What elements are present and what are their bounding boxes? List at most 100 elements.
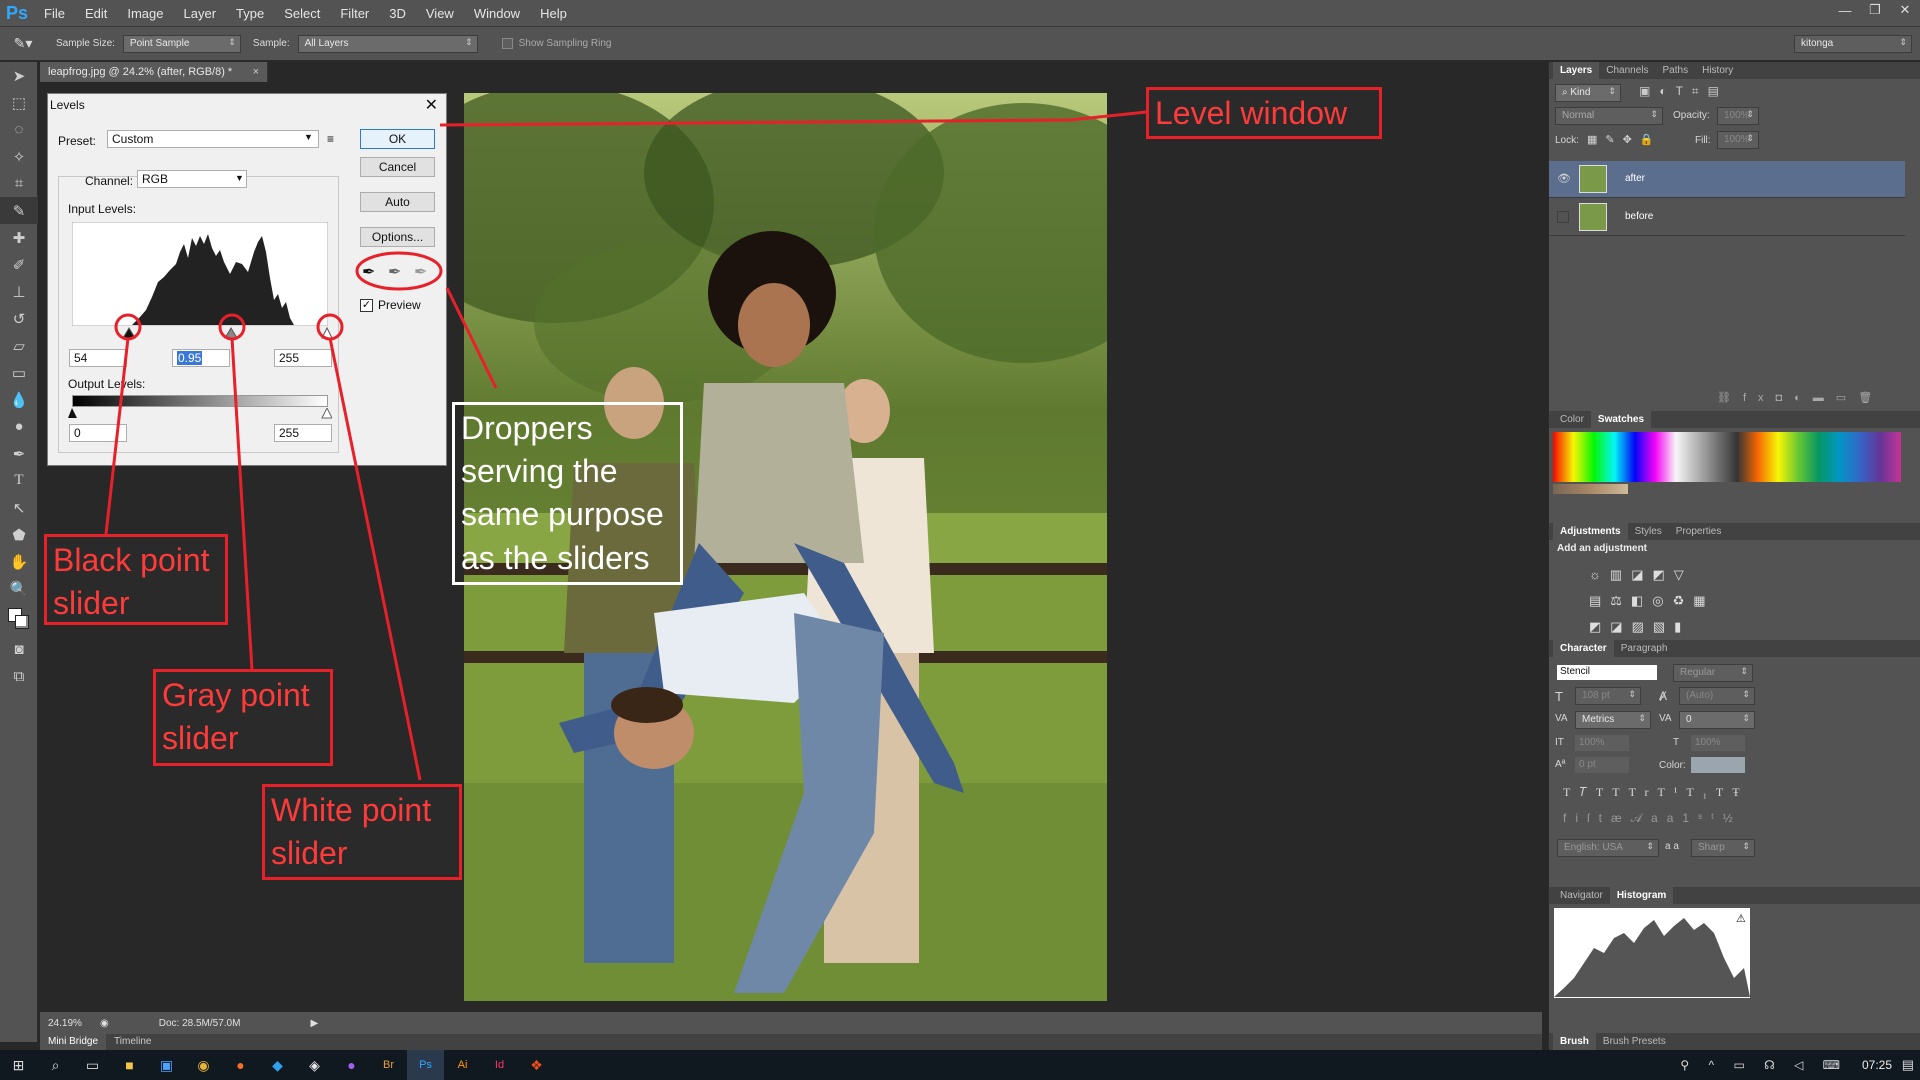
menu-help[interactable]: Help [530, 0, 577, 27]
text-color-swatch[interactable] [1691, 757, 1745, 773]
tracking-field[interactable]: 0 [1679, 711, 1755, 729]
swatch-colors[interactable] [1553, 432, 1901, 482]
menu-layer[interactable]: Layer [174, 0, 227, 27]
healing-brush-icon[interactable]: ✚ [0, 224, 38, 251]
layer-row[interactable]: 👁 after [1549, 161, 1905, 198]
tab-properties[interactable]: Properties [1669, 523, 1729, 540]
menu-select[interactable]: Select [274, 0, 330, 27]
lasso-tool-icon[interactable]: ◌ [0, 116, 38, 143]
pen-tool-icon[interactable]: ✒ [0, 440, 38, 467]
swatches-grid[interactable] [1549, 428, 1920, 523]
windows-start-icon[interactable]: ⊞ [0, 1050, 37, 1080]
menu-window[interactable]: Window [464, 0, 530, 27]
eyedropper-tool-icon[interactable]: ✎ [0, 197, 38, 224]
opentype-buttons[interactable]: fiſtæ𝒜aa1ˢᵗ½ [1563, 811, 1742, 826]
cancel-button[interactable]: Cancel [360, 157, 435, 177]
input-black-field[interactable]: 54 [69, 349, 127, 367]
brush-tool-icon[interactable]: ✐ [0, 251, 38, 278]
input-white-field[interactable]: 255 [274, 349, 332, 367]
sample-select[interactable]: All Layers [297, 34, 478, 53]
clock[interactable]: 07:25 [1862, 1058, 1892, 1072]
marquee-tool-icon[interactable]: ⬚ [0, 89, 38, 116]
language-select[interactable]: English: USA [1557, 839, 1659, 857]
white-dropper-icon[interactable]: ✒ [414, 262, 427, 282]
tab-brush[interactable]: Brush [1553, 1033, 1596, 1050]
stamp-tool-icon[interactable]: ⊥ [0, 278, 38, 305]
quick-mask-icon[interactable]: ◙ [0, 636, 38, 663]
preset-options-icon[interactable]: ≡ [327, 132, 334, 146]
zoom-level[interactable]: 24.19% [48, 1018, 94, 1029]
system-tray-icons[interactable]: ⚲ ^ ▭ ☊ ◁ ⌨ [1680, 1050, 1848, 1080]
menu-image[interactable]: Image [117, 0, 173, 27]
photoshop-taskbar-icon[interactable]: Ps [407, 1050, 444, 1080]
type-tool-icon[interactable]: T [0, 467, 38, 494]
auto-button[interactable]: Auto [360, 192, 435, 212]
vscode-icon[interactable]: ◆ [259, 1050, 296, 1080]
menu-filter[interactable]: Filter [330, 0, 379, 27]
close-button[interactable]: ✕ [1890, 0, 1920, 20]
eraser-tool-icon[interactable]: ▱ [0, 332, 38, 359]
illustrator-icon[interactable]: Ai [444, 1050, 481, 1080]
bridge-icon[interactable]: Br [370, 1050, 407, 1080]
zoom-tool-icon[interactable]: 🔍 [0, 575, 38, 602]
app-icon[interactable]: ● [333, 1050, 370, 1080]
vertical-scale-field[interactable]: 100% [1575, 735, 1629, 751]
blend-mode-select[interactable]: Normal [1555, 107, 1663, 125]
file-explorer-icon[interactable]: ■ [111, 1050, 148, 1080]
kerning-select[interactable]: Metrics [1575, 711, 1651, 729]
layer-visibility-icon[interactable]: 👁 [1557, 172, 1571, 185]
move-tool-icon[interactable]: ➤ [0, 62, 38, 89]
tab-paths[interactable]: Paths [1656, 62, 1696, 79]
menu-type[interactable]: Type [226, 0, 274, 27]
shape-tool-icon[interactable]: ⬟ [0, 521, 38, 548]
color-swatch-icon[interactable] [0, 602, 38, 636]
tab-styles[interactable]: Styles [1628, 523, 1669, 540]
tab-character[interactable]: Character [1553, 640, 1614, 657]
tab-timeline[interactable]: Timeline [106, 1034, 159, 1050]
kind-filter[interactable]: ⌕ Kind [1555, 84, 1621, 102]
font-style-select[interactable]: Regular [1673, 664, 1753, 682]
antialias-select[interactable]: Sharp [1691, 839, 1755, 857]
dodge-tool-icon[interactable]: ● [0, 413, 38, 440]
document-tab-close-icon[interactable]: × [253, 62, 259, 82]
layer-row[interactable]: before [1549, 199, 1905, 236]
eyedropper-tool-icon[interactable]: ✎▾ [0, 35, 46, 52]
gradient-tool-icon[interactable]: ▭ [0, 359, 38, 386]
workspace-select[interactable]: kitonga [1794, 34, 1912, 53]
font-family-field[interactable]: Stencil [1557, 665, 1657, 680]
store-icon[interactable]: ▣ [148, 1050, 185, 1080]
screen-mode-icon[interactable]: ⧉ [0, 663, 38, 690]
font-size-field[interactable]: 108 pt [1575, 687, 1641, 705]
document-tab[interactable]: leapfrog.jpg @ 24.2% (after, RGB/8) * × [40, 62, 268, 82]
black-dropper-icon[interactable]: ✒ [362, 262, 375, 282]
path-select-tool-icon[interactable]: ↖ [0, 494, 38, 521]
adjustment-icons[interactable]: ☼▥◪◩▽ ▤⚖◧◎♻▦ ◩◪▨▧▮ [1589, 562, 1729, 640]
opacity-field[interactable]: 100% [1717, 107, 1759, 125]
history-brush-icon[interactable]: ↺ [0, 305, 38, 332]
notification-icon[interactable]: ▤ [1902, 1057, 1914, 1073]
layer-filter-icons[interactable]: ▣◐T⌗▤ [1639, 84, 1728, 99]
options-button[interactable]: Options... [360, 227, 435, 247]
tab-color[interactable]: Color [1553, 411, 1591, 428]
menu-view[interactable]: View [416, 0, 464, 27]
tab-brush-presets[interactable]: Brush Presets [1596, 1033, 1673, 1050]
tab-adjustments[interactable]: Adjustments [1553, 523, 1628, 540]
output-black-field[interactable]: 0 [69, 424, 127, 442]
restore-button[interactable]: ❐ [1860, 0, 1890, 20]
layers-footer-icons[interactable]: ⛓fx◘◐▬▭🗑 [1717, 391, 1884, 404]
tab-history[interactable]: History [1695, 62, 1740, 79]
tab-mini-bridge[interactable]: Mini Bridge [40, 1034, 107, 1050]
blur-tool-icon[interactable]: 💧 [0, 386, 38, 413]
tab-swatches[interactable]: Swatches [1590, 411, 1652, 428]
preview-checkbox[interactable]: ✓ [360, 299, 373, 312]
search-icon[interactable]: ⌕ [37, 1050, 74, 1080]
tab-channels[interactable]: Channels [1599, 62, 1655, 79]
menu-3d[interactable]: 3D [379, 0, 416, 27]
sample-size-select[interactable]: Point Sample [122, 34, 241, 53]
figma-icon[interactable]: ❖ [518, 1050, 555, 1080]
output-white-field[interactable]: 255 [274, 424, 332, 442]
gray-dropper-icon[interactable]: ✒ [388, 262, 401, 282]
show-ring-checkbox[interactable] [501, 38, 513, 49]
text-style-buttons[interactable]: T𝑇TTTrT¹T₁TŦ [1563, 785, 1749, 800]
fill-field[interactable]: 100% [1717, 131, 1759, 149]
